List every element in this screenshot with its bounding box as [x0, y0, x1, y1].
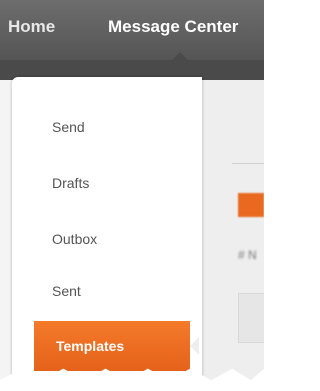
sidebar-item-templates[interactable]: Templates	[34, 321, 190, 371]
sidebar-item-drafts[interactable]: Drafts	[52, 175, 89, 191]
window-frame: Home Message Center Te # N Send Drafts O…	[0, 0, 264, 381]
sidebar-item-send[interactable]: Send	[52, 119, 85, 135]
sidebar-item-outbox[interactable]: Outbox	[52, 231, 97, 247]
nav-message-center-link[interactable]: Message Center	[108, 17, 238, 37]
nav-home-link[interactable]: Home	[8, 17, 55, 37]
content-divider	[232, 163, 264, 164]
nav-active-indicator	[172, 52, 188, 60]
sidebar-item-templates-label: Templates	[56, 338, 125, 354]
sidebar-item-sent[interactable]: Sent	[52, 283, 81, 299]
active-item-pointer	[190, 337, 199, 355]
content-action-button[interactable]	[238, 193, 264, 217]
top-nav-bar: Home Message Center	[0, 0, 264, 60]
content-input-field[interactable]	[238, 293, 264, 343]
content-field-label: # N	[238, 248, 257, 262]
